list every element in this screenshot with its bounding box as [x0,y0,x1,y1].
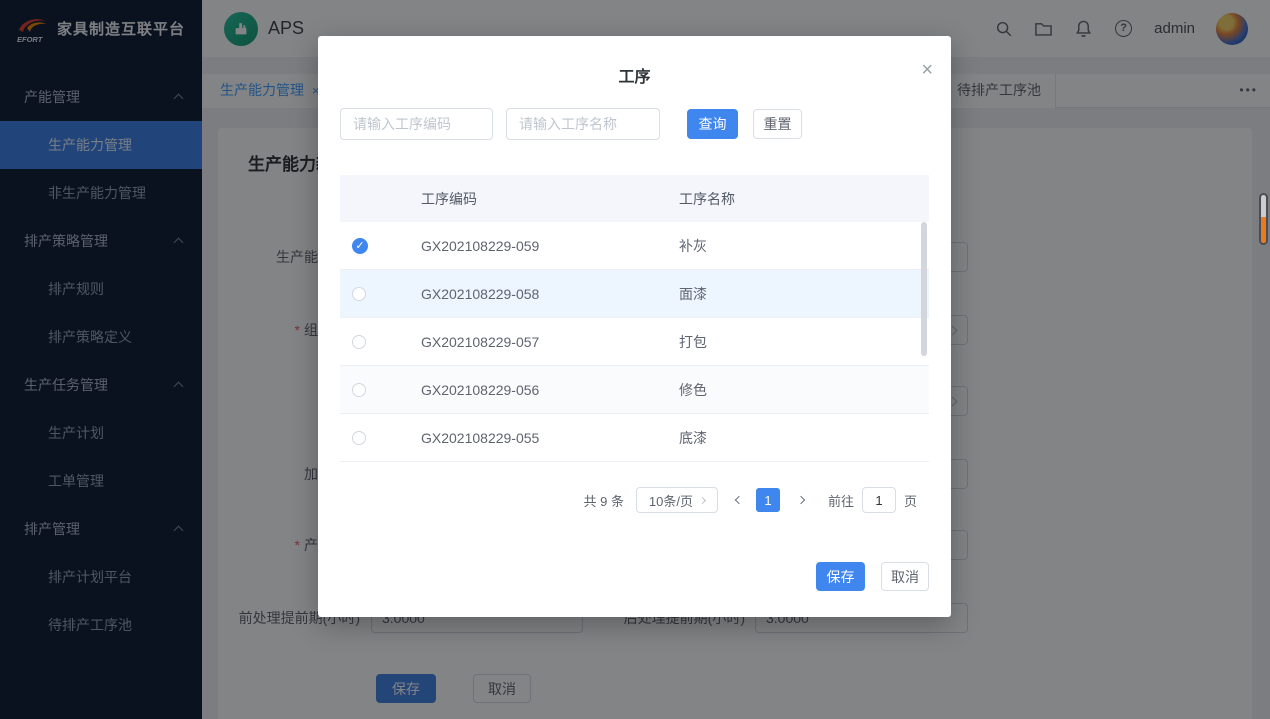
dialog-cancel-button[interactable]: 取消 [881,562,929,591]
next-page-button[interactable] [798,497,804,503]
radio-icon[interactable] [352,383,366,397]
process-code-search-input[interactable] [340,108,493,140]
table-header: 工序编码 工序名称 [340,175,929,222]
close-icon[interactable]: × [921,60,933,80]
app-root: EFORT 家具制造互联平台 产能管理 生产能力管理 非生产能力管理 排产策略管… [0,0,1270,719]
pagination: 共 9 条 10条/页 1 前往 页 [318,487,917,513]
dialog-title: 工序 [318,36,951,87]
table-row[interactable]: GX202108229-056 修色 [340,366,929,414]
col-process-name: 工序名称 [679,189,929,209]
dialog-search-bar: 查询 重置 [340,108,802,140]
chevron-right-icon [699,496,706,503]
page-scrollbar-thumb[interactable] [1259,193,1268,245]
reset-button[interactable]: 重置 [753,109,802,139]
query-button[interactable]: 查询 [687,109,738,139]
current-page[interactable]: 1 [756,488,780,512]
process-name-search-input[interactable] [506,108,660,140]
process-table: 工序编码 工序名称 ✓ GX202108229-059 补灰 GX2021082… [340,175,929,467]
table-row[interactable]: ✓ GX202108229-059 补灰 [340,222,929,270]
radio-icon[interactable] [352,431,366,445]
goto-page-input[interactable] [862,487,896,513]
prev-page-button[interactable] [736,497,742,503]
radio-selected-icon[interactable]: ✓ [352,238,368,254]
page-size-select[interactable]: 10条/页 [636,487,718,513]
table-row[interactable]: GX202108229-058 面漆 [340,270,929,318]
table-scrollbar-thumb[interactable] [921,222,927,356]
col-process-code: 工序编码 [421,189,679,209]
dialog-save-button[interactable]: 保存 [816,562,865,591]
radio-icon[interactable] [352,335,366,349]
goto-label: 前往 [828,491,854,510]
total-count: 共 9 条 [584,491,624,510]
table-row[interactable]: GX202108229-057 打包 [340,318,929,366]
table-row[interactable]: GX202108229-055 底漆 [340,414,929,462]
process-picker-dialog: 工序 × 查询 重置 工序编码 工序名称 ✓ GX202108229-059 补… [318,36,951,617]
page-unit-label: 页 [904,491,917,510]
radio-icon[interactable] [352,287,366,301]
